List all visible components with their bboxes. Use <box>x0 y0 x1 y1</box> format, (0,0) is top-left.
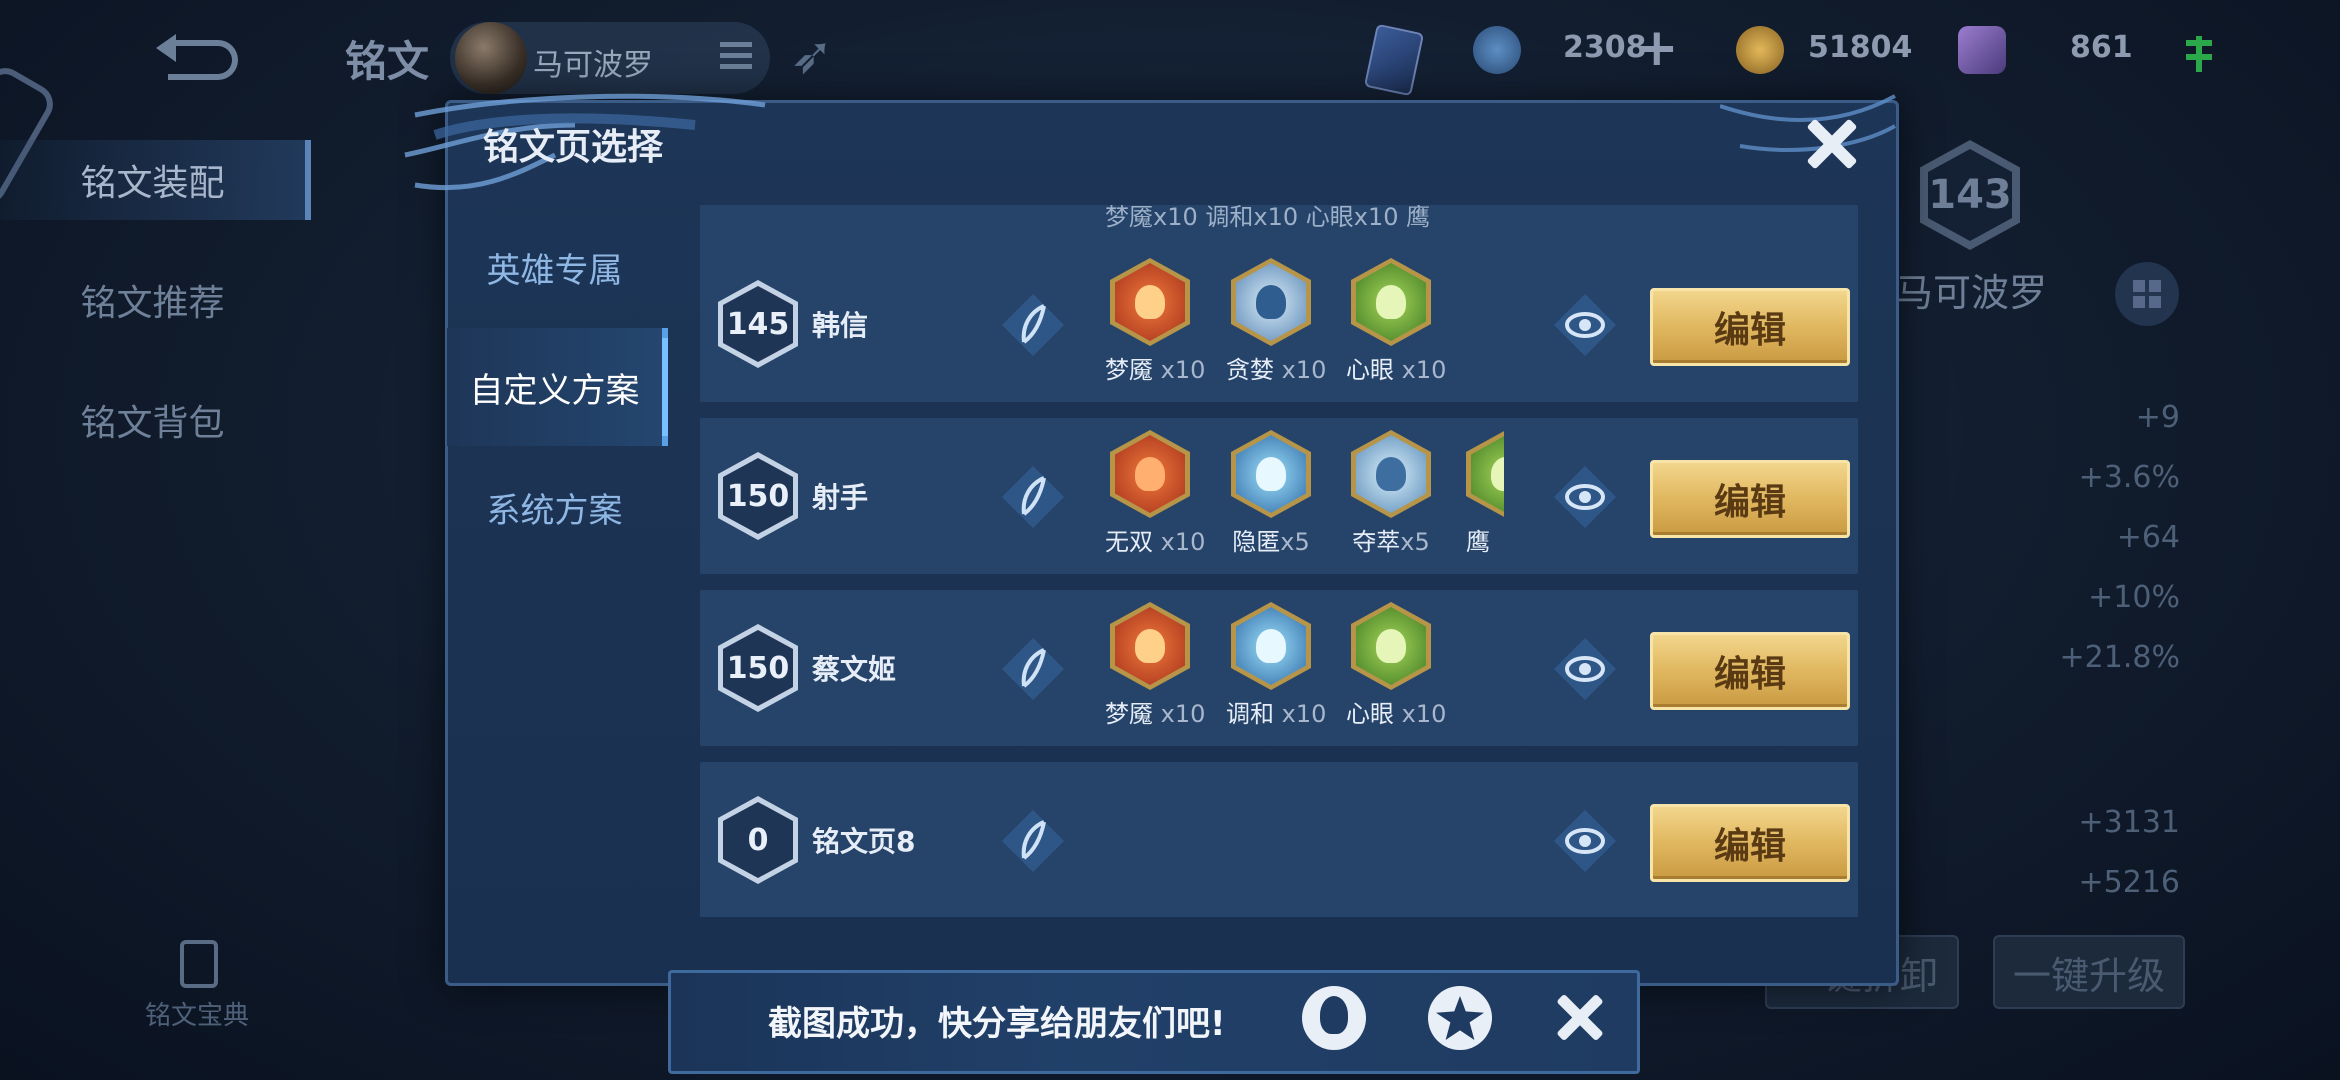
qq-share-icon[interactable] <box>1302 986 1366 1050</box>
stat-value: +21.8% <box>2059 640 2180 675</box>
signal-icon <box>2186 36 2212 72</box>
codex-icon[interactable] <box>180 940 218 988</box>
rune-slot: 贪婪 x10 <box>1226 258 1326 385</box>
preview-eye-icon[interactable] <box>1552 636 1618 702</box>
rune-name: 隐匿 <box>1232 528 1281 556</box>
rune-name: 夺萃 <box>1352 528 1401 556</box>
rune-slot: 梦魇 x10 <box>1105 602 1205 729</box>
rune-name: 贪婪 <box>1226 356 1274 384</box>
rune-count: x10 <box>1401 700 1447 728</box>
edit-button[interactable]: 编辑 <box>1650 288 1850 366</box>
list-item[interactable]: 0 铭文页8 编辑 <box>700 762 1858 917</box>
rune-count: x5 <box>1400 528 1430 556</box>
close-icon[interactable] <box>1800 112 1864 176</box>
rune-slot: 隐匿x5 <box>1226 430 1316 557</box>
upgrade-all-button[interactable]: 一键升级 <box>1993 935 2185 1009</box>
edit-button[interactable]: 编辑 <box>1650 460 1850 538</box>
rune-count: x10 <box>1160 700 1206 728</box>
card-icon[interactable] <box>1363 23 1425 97</box>
toast-close-icon[interactable] <box>1552 990 1608 1046</box>
page-name: 铭文页8 <box>812 825 916 858</box>
coupon-icon <box>1473 26 1521 74</box>
rune-slot: 调和 x10 <box>1226 602 1326 729</box>
edit-button[interactable]: 编辑 <box>1650 804 1850 882</box>
page-name: 射手 <box>812 481 869 514</box>
list-icon[interactable] <box>720 42 752 70</box>
feather-icon: ➶ <box>790 26 834 86</box>
rename-feather-icon[interactable] <box>1000 808 1066 874</box>
tab-hero-exclusive[interactable]: 英雄专属 <box>447 208 662 326</box>
rename-feather-icon[interactable] <box>1000 292 1066 358</box>
rune-page-list[interactable]: 梦魇x10 调和x10 心眼x10 鹰 145 韩信 梦魇 x10 贪婪 x10… <box>700 205 1858 917</box>
gem-icon <box>1958 26 2006 74</box>
rune-name: 梦魇 <box>1105 700 1153 728</box>
hero-avatar <box>455 22 527 94</box>
coupon-value: 2308 <box>1563 30 1647 65</box>
rune-slot: 心眼 x10 <box>1346 258 1446 385</box>
rune-count: x5 <box>1280 528 1310 556</box>
page-title: 铭文 <box>345 37 430 86</box>
rename-feather-icon[interactable] <box>1000 636 1066 702</box>
rune-slot: 梦魇 x10 <box>1105 258 1205 385</box>
rune-count: x10 <box>1160 528 1206 556</box>
stat-value: +64 <box>2116 520 2180 555</box>
partial-runes-text: 梦魇x10 调和x10 心眼x10 鹰 <box>1105 205 1431 231</box>
list-item[interactable]: 150 蔡文姬 梦魇 x10 调和 x10 心眼 x10 编辑 <box>700 590 1858 746</box>
stat-value: +5216 <box>2078 865 2180 900</box>
rune-name: 心眼 <box>1346 700 1394 728</box>
stat-value: +3.6% <box>2078 460 2180 495</box>
codex-label[interactable]: 铭文宝典 <box>145 995 249 1032</box>
rune-name: 鹰 <box>1466 528 1490 556</box>
gold-coin-icon <box>1736 26 1784 74</box>
rename-feather-icon[interactable] <box>1000 464 1066 530</box>
sidenav-item-recommend[interactable]: 铭文推荐 <box>0 260 305 340</box>
tab-custom[interactable]: 自定义方案 <box>447 328 668 446</box>
grid-icon[interactable] <box>2115 262 2179 326</box>
hero-name: 马可波罗 <box>533 48 653 83</box>
page-name: 韩信 <box>812 309 869 342</box>
rune-slot: 夺萃x5 <box>1346 430 1436 557</box>
rune-slot: 鹰 <box>1466 430 1504 557</box>
page-name: 蔡文姬 <box>812 653 897 686</box>
gold-value: 51804 <box>1808 30 1913 65</box>
tab-system[interactable]: 系统方案 <box>447 448 662 566</box>
preview-eye-icon[interactable] <box>1552 292 1618 358</box>
sidenav-item-equip[interactable]: 铭文装配 <box>0 140 311 220</box>
rune-name: 心眼 <box>1346 356 1394 384</box>
rune-name: 调和 <box>1226 700 1274 728</box>
list-item[interactable]: 145 韩信 梦魇 x10 贪婪 x10 心眼 x10 编辑 <box>700 246 1858 402</box>
add-coupon-button[interactable]: + <box>1635 18 1679 78</box>
rune-count: x10 <box>1160 356 1206 384</box>
qzone-share-icon[interactable] <box>1428 986 1492 1050</box>
stat-value: +10% <box>2088 580 2180 615</box>
sidenav-item-bag[interactable]: 铭文背包 <box>0 380 305 460</box>
preview-eye-icon[interactable] <box>1552 808 1618 874</box>
rune-count: x10 <box>1281 700 1327 728</box>
stat-value: +9 <box>2135 400 2180 435</box>
back-arrow-icon[interactable] <box>150 30 250 80</box>
rune-name: 无双 <box>1105 528 1153 556</box>
rune-count: x10 <box>1401 356 1447 384</box>
rune-slot: 无双 x10 <box>1105 430 1205 557</box>
toast-message: 截图成功，快分享给朋友们吧! <box>768 1004 1226 1044</box>
rune-count: x10 <box>1281 356 1327 384</box>
list-item[interactable]: 150 射手 无双 x10 隐匿x5 夺萃x5 鹰 编辑 <box>700 418 1858 574</box>
right-hero-name: 马可波罗 <box>1895 271 2048 315</box>
rune-name: 梦魇 <box>1105 356 1153 384</box>
stat-value: +3131 <box>2078 805 2180 840</box>
rune-slot: 心眼 x10 <box>1346 602 1446 729</box>
edit-button[interactable]: 编辑 <box>1650 632 1850 710</box>
dialog-title: 铭文页选择 <box>483 127 664 168</box>
gem-value: 861 <box>2070 30 2133 65</box>
preview-eye-icon[interactable] <box>1552 464 1618 530</box>
